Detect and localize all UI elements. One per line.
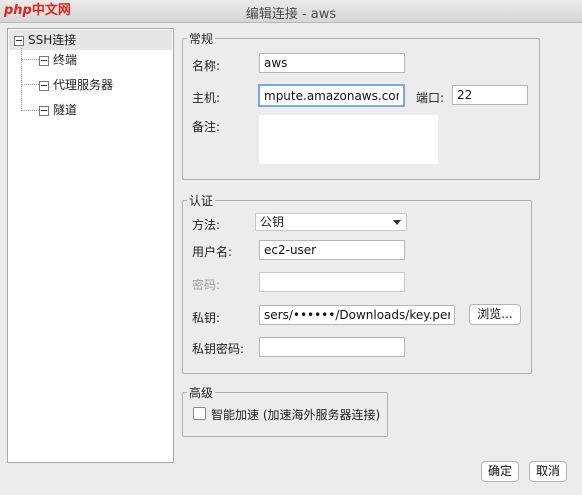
collapse-icon[interactable] xyxy=(39,80,49,91)
group-title: 常规 xyxy=(189,32,214,46)
cancel-button[interactable]: 取消 xyxy=(529,461,567,482)
tree-connector xyxy=(21,110,39,111)
tree-item-terminal[interactable]: 终端 xyxy=(39,50,77,70)
username-input[interactable] xyxy=(259,240,405,260)
key-password-input[interactable] xyxy=(259,337,405,357)
title-bar: php中文网 编辑连接 - aws xyxy=(0,0,582,23)
browse-button[interactable]: 浏览... xyxy=(469,304,521,325)
name-input[interactable] xyxy=(259,53,405,73)
tree-connector xyxy=(21,59,39,60)
tree-item-label: 终端 xyxy=(53,53,78,67)
private-key-input[interactable] xyxy=(259,305,455,325)
tree-item-ssh[interactable]: SSH连接 xyxy=(9,30,172,50)
accel-label: 智能加速 (加速海外服务器连接) xyxy=(211,408,381,422)
method-label: 方法: xyxy=(192,218,221,232)
tree-connector xyxy=(21,48,22,111)
name-label: 名称: xyxy=(192,59,221,73)
settings-tree: SSH连接 终端 代理服务器 隧道 xyxy=(7,28,174,463)
tree-item-tunnel[interactable]: 隧道 xyxy=(39,100,77,120)
host-label: 主机: xyxy=(192,91,221,105)
port-input[interactable] xyxy=(452,85,528,105)
group-title: 高级 xyxy=(189,386,214,400)
port-label: 端口: xyxy=(416,91,445,105)
note-label: 备注: xyxy=(192,120,221,134)
chevron-down-icon xyxy=(393,220,401,225)
password-input[interactable] xyxy=(259,272,405,292)
key-password-label: 私钥密码: xyxy=(192,342,245,356)
method-select[interactable]: 公钥 xyxy=(255,213,407,231)
collapse-icon[interactable] xyxy=(39,105,49,116)
group-title: 认证 xyxy=(189,194,214,208)
password-label: 密码: xyxy=(192,278,221,292)
ok-button[interactable]: 确定 xyxy=(481,461,519,482)
tree-item-proxy[interactable]: 代理服务器 xyxy=(39,75,113,95)
tree-item-label: SSH连接 xyxy=(28,33,77,47)
collapse-icon[interactable] xyxy=(14,35,24,46)
host-input[interactable] xyxy=(258,84,405,107)
method-value: 公钥 xyxy=(260,215,285,229)
tree-item-label: 隧道 xyxy=(53,103,78,117)
username-label: 用户名: xyxy=(192,245,233,259)
private-key-label: 私钥: xyxy=(192,311,221,325)
collapse-icon[interactable] xyxy=(39,55,49,66)
window-title: 编辑连接 - aws xyxy=(245,7,337,22)
tree-item-label: 代理服务器 xyxy=(53,78,114,92)
note-textarea[interactable] xyxy=(259,115,438,164)
tree-connector xyxy=(21,84,39,85)
accel-checkbox[interactable] xyxy=(193,407,206,420)
